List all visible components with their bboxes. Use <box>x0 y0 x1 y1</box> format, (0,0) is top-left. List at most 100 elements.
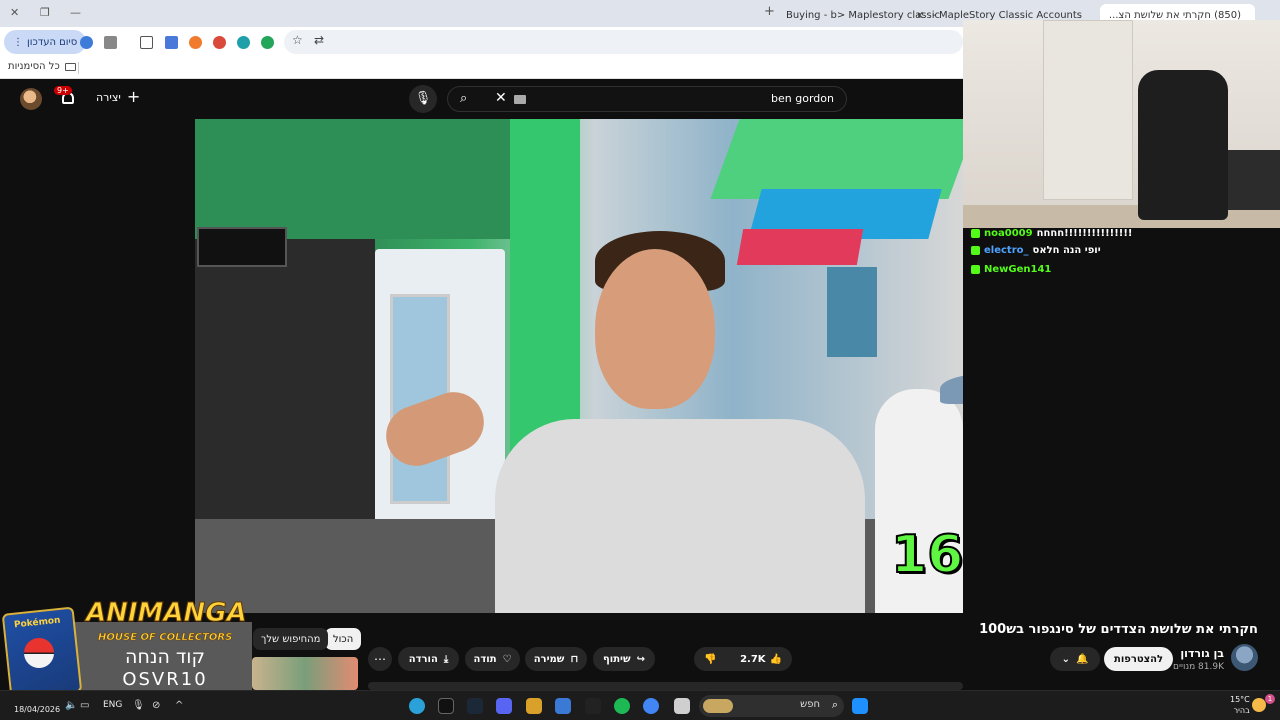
discount-code-label: קוד הנחה <box>125 646 205 668</box>
like-dislike-group: 👎 2.7K 👍 <box>694 647 792 671</box>
search-icon: ⌕ <box>831 698 838 711</box>
search-icon[interactable]: ⌕ <box>460 91 467 106</box>
profile-icon[interactable] <box>80 36 93 49</box>
related-video-thumbnail[interactable] <box>252 657 358 690</box>
clear-search-icon[interactable]: ✕ <box>495 90 507 106</box>
share-button[interactable]: שיתוף ↪ <box>593 647 655 671</box>
notification-badge[interactable]: 1 <box>1265 694 1275 704</box>
taskbar-search-placeholder: חפש <box>800 699 820 710</box>
video-pedestrian-cap <box>940 374 963 404</box>
taskbar-search[interactable]: חפש ⌕ <box>699 695 844 717</box>
more-horiz-icon: ⋯ <box>374 652 386 666</box>
microphone-icon[interactable]: 🎙 <box>132 700 145 711</box>
apps-grid-icon[interactable] <box>555 698 571 714</box>
save-label: שמירה <box>533 653 565 665</box>
search-input[interactable]: ben gordon <box>771 92 834 105</box>
kick-badge-icon <box>971 229 980 238</box>
chrome-icon[interactable] <box>643 698 659 714</box>
spotify-icon[interactable] <box>614 698 630 714</box>
subscription-bell-button[interactable]: ⌄ 🔔 <box>1050 647 1100 671</box>
grammarly-icon[interactable] <box>261 36 274 49</box>
discord-icon[interactable] <box>496 698 512 714</box>
telegram-icon[interactable] <box>409 698 425 714</box>
discount-code: OSVR10 <box>122 669 208 690</box>
all-bookmarks-label: כל הסימניות <box>8 61 60 72</box>
extension-teal-icon[interactable] <box>237 36 250 49</box>
app-icon[interactable] <box>526 698 542 714</box>
window-close-icon[interactable]: ✕ <box>10 6 19 19</box>
webcam-door <box>1043 20 1133 200</box>
like-count: 2.7K <box>740 653 766 665</box>
new-tab-icon[interactable]: + <box>764 4 775 19</box>
voice-search-button[interactable]: 🎙 <box>409 85 437 113</box>
chat-username: NewGen141 <box>984 264 1052 275</box>
address-bar[interactable]: ☆ ⇄ <box>284 30 963 54</box>
download-button[interactable]: הורדה ⤓ <box>398 647 459 671</box>
chip-from-your-search[interactable]: מהחיפוש שלך <box>253 628 329 650</box>
chat-username: noa0009 <box>984 228 1033 239</box>
channel-avatar[interactable] <box>1231 644 1258 671</box>
extension-fox-icon[interactable] <box>189 36 202 49</box>
video-presenter-face <box>595 249 715 409</box>
video-canopy-green <box>710 119 963 199</box>
volume-icon[interactable]: 🔈 <box>65 700 77 711</box>
create-label: יצירה <box>96 90 121 104</box>
tab-close-icon[interactable]: ✕ <box>918 9 924 22</box>
video-progress-bar[interactable] <box>368 682 963 690</box>
more-actions-button[interactable]: ⋯ <box>368 647 392 671</box>
extension-red-icon[interactable] <box>213 36 226 49</box>
site-settings-icon[interactable]: ⇄ <box>314 33 324 47</box>
dislike-button[interactable]: 👎 <box>704 654 716 665</box>
keyboard-icon[interactable] <box>514 95 526 104</box>
chat-message: NewGen141 <box>971 264 1055 275</box>
reading-list-icon[interactable] <box>104 36 117 49</box>
join-button[interactable]: להצטרפות <box>1104 647 1174 671</box>
terminal-icon[interactable] <box>585 698 601 714</box>
microphone-icon: 🎙 <box>414 91 432 106</box>
weather-widget[interactable]: 15°C בהיר <box>1230 694 1250 716</box>
file-explorer-icon[interactable] <box>674 698 690 714</box>
like-button[interactable]: 2.7K 👍 <box>740 654 782 665</box>
video-player[interactable]: 16S$ <box>195 119 963 613</box>
extension-screen-icon[interactable] <box>165 36 178 49</box>
streamer-webcam <box>963 20 1280 228</box>
extensions-icon[interactable] <box>140 36 153 49</box>
heart-dollar-icon: ♡ <box>502 653 512 665</box>
finish-update-label: סיום העדכון <box>27 36 78 48</box>
create-button[interactable]: יצירה + <box>96 89 140 105</box>
notifications-button[interactable]: 9+ <box>54 86 76 107</box>
sponsor-brand: ANIMANGA <box>86 598 248 629</box>
sun-icon <box>1252 698 1266 712</box>
video-title: חקרתי את שלושת הצדדים של סינגפור בש100 <box>979 622 1258 637</box>
temperature: 15°C <box>1230 695 1250 704</box>
chip-all[interactable]: הכול <box>325 628 362 650</box>
save-button[interactable]: שמירה ⊓ <box>525 647 587 671</box>
all-bookmarks-button[interactable]: כל הסימניות <box>8 61 76 72</box>
kick-badge-icon <box>971 265 980 274</box>
chat-text: חחחח!!!!!!!!!!!!!!! <box>1036 228 1133 239</box>
finish-update-button[interactable]: ⋮ סיום העדכון <box>4 30 87 54</box>
thanks-label: תודה <box>473 653 497 665</box>
account-avatar[interactable] <box>20 88 42 110</box>
language-indicator[interactable]: ENG <box>103 700 122 710</box>
search-box[interactable]: ⌕ ✕ ben gordon <box>447 86 847 112</box>
channel-name[interactable]: בן גורדון <box>1180 647 1224 660</box>
bookmark-star-icon[interactable]: ☆ <box>292 33 303 47</box>
wifi-off-icon[interactable]: ⊘ <box>152 700 160 711</box>
window-minimize-icon[interactable]: — <box>70 6 81 19</box>
capcut-icon[interactable] <box>438 698 454 714</box>
windows-taskbar: 18/04/2026 🔈 ▭ ENG 🎙 ⊘ ^ חפש ⌕ 15°C בהיר… <box>0 690 1280 720</box>
network-icon[interactable]: ▭ <box>80 700 89 711</box>
search-highlight-image <box>703 699 733 713</box>
pokeball-icon <box>24 638 54 668</box>
window-restore-icon[interactable]: ❐ <box>40 6 50 19</box>
taskbar-date[interactable]: 18/04/2026 <box>14 705 60 714</box>
tab-title: MapleStory Classic Accounts - <box>932 9 1082 21</box>
more-vert-icon: ⋮ <box>13 36 23 48</box>
tray-chevron-icon[interactable]: ^ <box>175 700 183 711</box>
stream-chat: noa0009 חחחח!!!!!!!!!!!!!!! electro_ יופ… <box>963 228 1280 613</box>
windows-start-icon[interactable] <box>852 698 868 714</box>
thanks-button[interactable]: תודה ♡ <box>465 647 520 671</box>
chat-message: noa0009 חחחח!!!!!!!!!!!!!!! <box>971 228 1132 239</box>
steam-icon[interactable] <box>467 698 483 714</box>
